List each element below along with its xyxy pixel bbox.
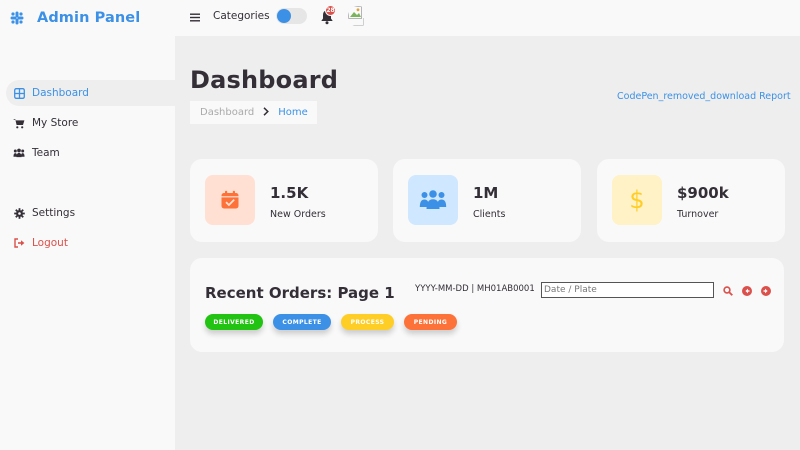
stat-value: 1.5K	[270, 184, 309, 202]
sidebar-item-logout[interactable]: Logout	[6, 230, 175, 256]
theme-toggle[interactable]	[276, 8, 307, 24]
sidebar-item-label: My Store	[32, 117, 79, 129]
sidebar-item-dashboard[interactable]: Dashboard	[6, 80, 175, 106]
previous-page-icon[interactable]	[741, 285, 752, 296]
search-input[interactable]	[541, 282, 714, 298]
people-group-icon	[419, 190, 447, 210]
chevron-right-icon	[263, 106, 270, 119]
brand-title: Admin Panel	[37, 10, 141, 26]
search-icon[interactable]	[722, 285, 733, 296]
brand[interactable]: Admin Panel	[10, 6, 140, 30]
sidebar-item-team[interactable]: Team	[6, 140, 175, 166]
slack-logo-icon	[10, 11, 24, 25]
dashboard-grid-icon	[13, 87, 25, 99]
orders-title: Recent Orders: Page 1	[205, 284, 395, 302]
sidebar-item-my-store[interactable]: My Store	[6, 110, 175, 136]
avatar[interactable]	[348, 6, 369, 27]
stat-icon-wrap	[408, 175, 458, 225]
people-group-icon	[13, 147, 25, 159]
categories-link[interactable]: Categories	[213, 10, 270, 22]
sidebar-item-settings[interactable]: Settings	[6, 200, 175, 226]
page-title: Dashboard	[190, 66, 339, 94]
top-navbar: Categories 28	[175, 0, 800, 36]
cart-icon	[13, 117, 25, 129]
stat-icon-wrap: $	[612, 175, 662, 225]
stat-card-new-orders: 1.5K New Orders	[190, 159, 378, 242]
status-filter-delivered[interactable]: DELIVERED	[205, 314, 263, 330]
stat-value: $900k	[677, 184, 729, 202]
calendar-check-icon	[220, 190, 240, 210]
sidebar: Admin Panel Dashboard My Store Team Sett…	[0, 0, 175, 450]
toggle-knob	[277, 9, 291, 23]
stat-caption: New Orders	[270, 209, 326, 220]
logout-icon	[13, 237, 25, 249]
hamburger-icon[interactable]	[189, 10, 201, 24]
status-filter-pending[interactable]: PENDING	[404, 314, 457, 330]
dollar-icon: $	[629, 186, 645, 214]
notification-badge: 28	[325, 5, 336, 16]
stat-caption: Clients	[473, 209, 506, 220]
sidebar-item-label: Dashboard	[32, 87, 89, 99]
breadcrumb-link[interactable]: Dashboard	[200, 107, 254, 118]
download-report-link[interactable]: CodePen_removed_download Report	[617, 91, 791, 102]
search-format-hint: YYYY-MM-DD | MH01AB0001	[415, 284, 535, 294]
next-page-icon[interactable]	[760, 285, 771, 296]
side-menu: Dashboard My Store Team Settings Logout	[6, 80, 175, 260]
status-filter-process[interactable]: PROCESS	[341, 314, 394, 330]
sidebar-item-label: Settings	[32, 207, 76, 219]
stat-card-clients: 1M Clients	[393, 159, 581, 242]
sidebar-item-label: Team	[32, 147, 60, 159]
recent-orders-panel: Recent Orders: Page 1 YYYY-MM-DD | MH01A…	[190, 258, 784, 352]
sidebar-item-label: Logout	[32, 237, 68, 249]
stat-value: 1M	[473, 184, 499, 202]
stat-icon-wrap	[205, 175, 255, 225]
breadcrumb: Dashboard Home	[190, 101, 317, 124]
gear-icon	[13, 207, 25, 219]
stat-caption: Turnover	[677, 209, 719, 220]
status-filter-complete[interactable]: COMPLETE	[273, 314, 331, 330]
breadcrumb-current[interactable]: Home	[278, 107, 308, 118]
stat-card-turnover: $ $900k Turnover	[597, 159, 785, 242]
